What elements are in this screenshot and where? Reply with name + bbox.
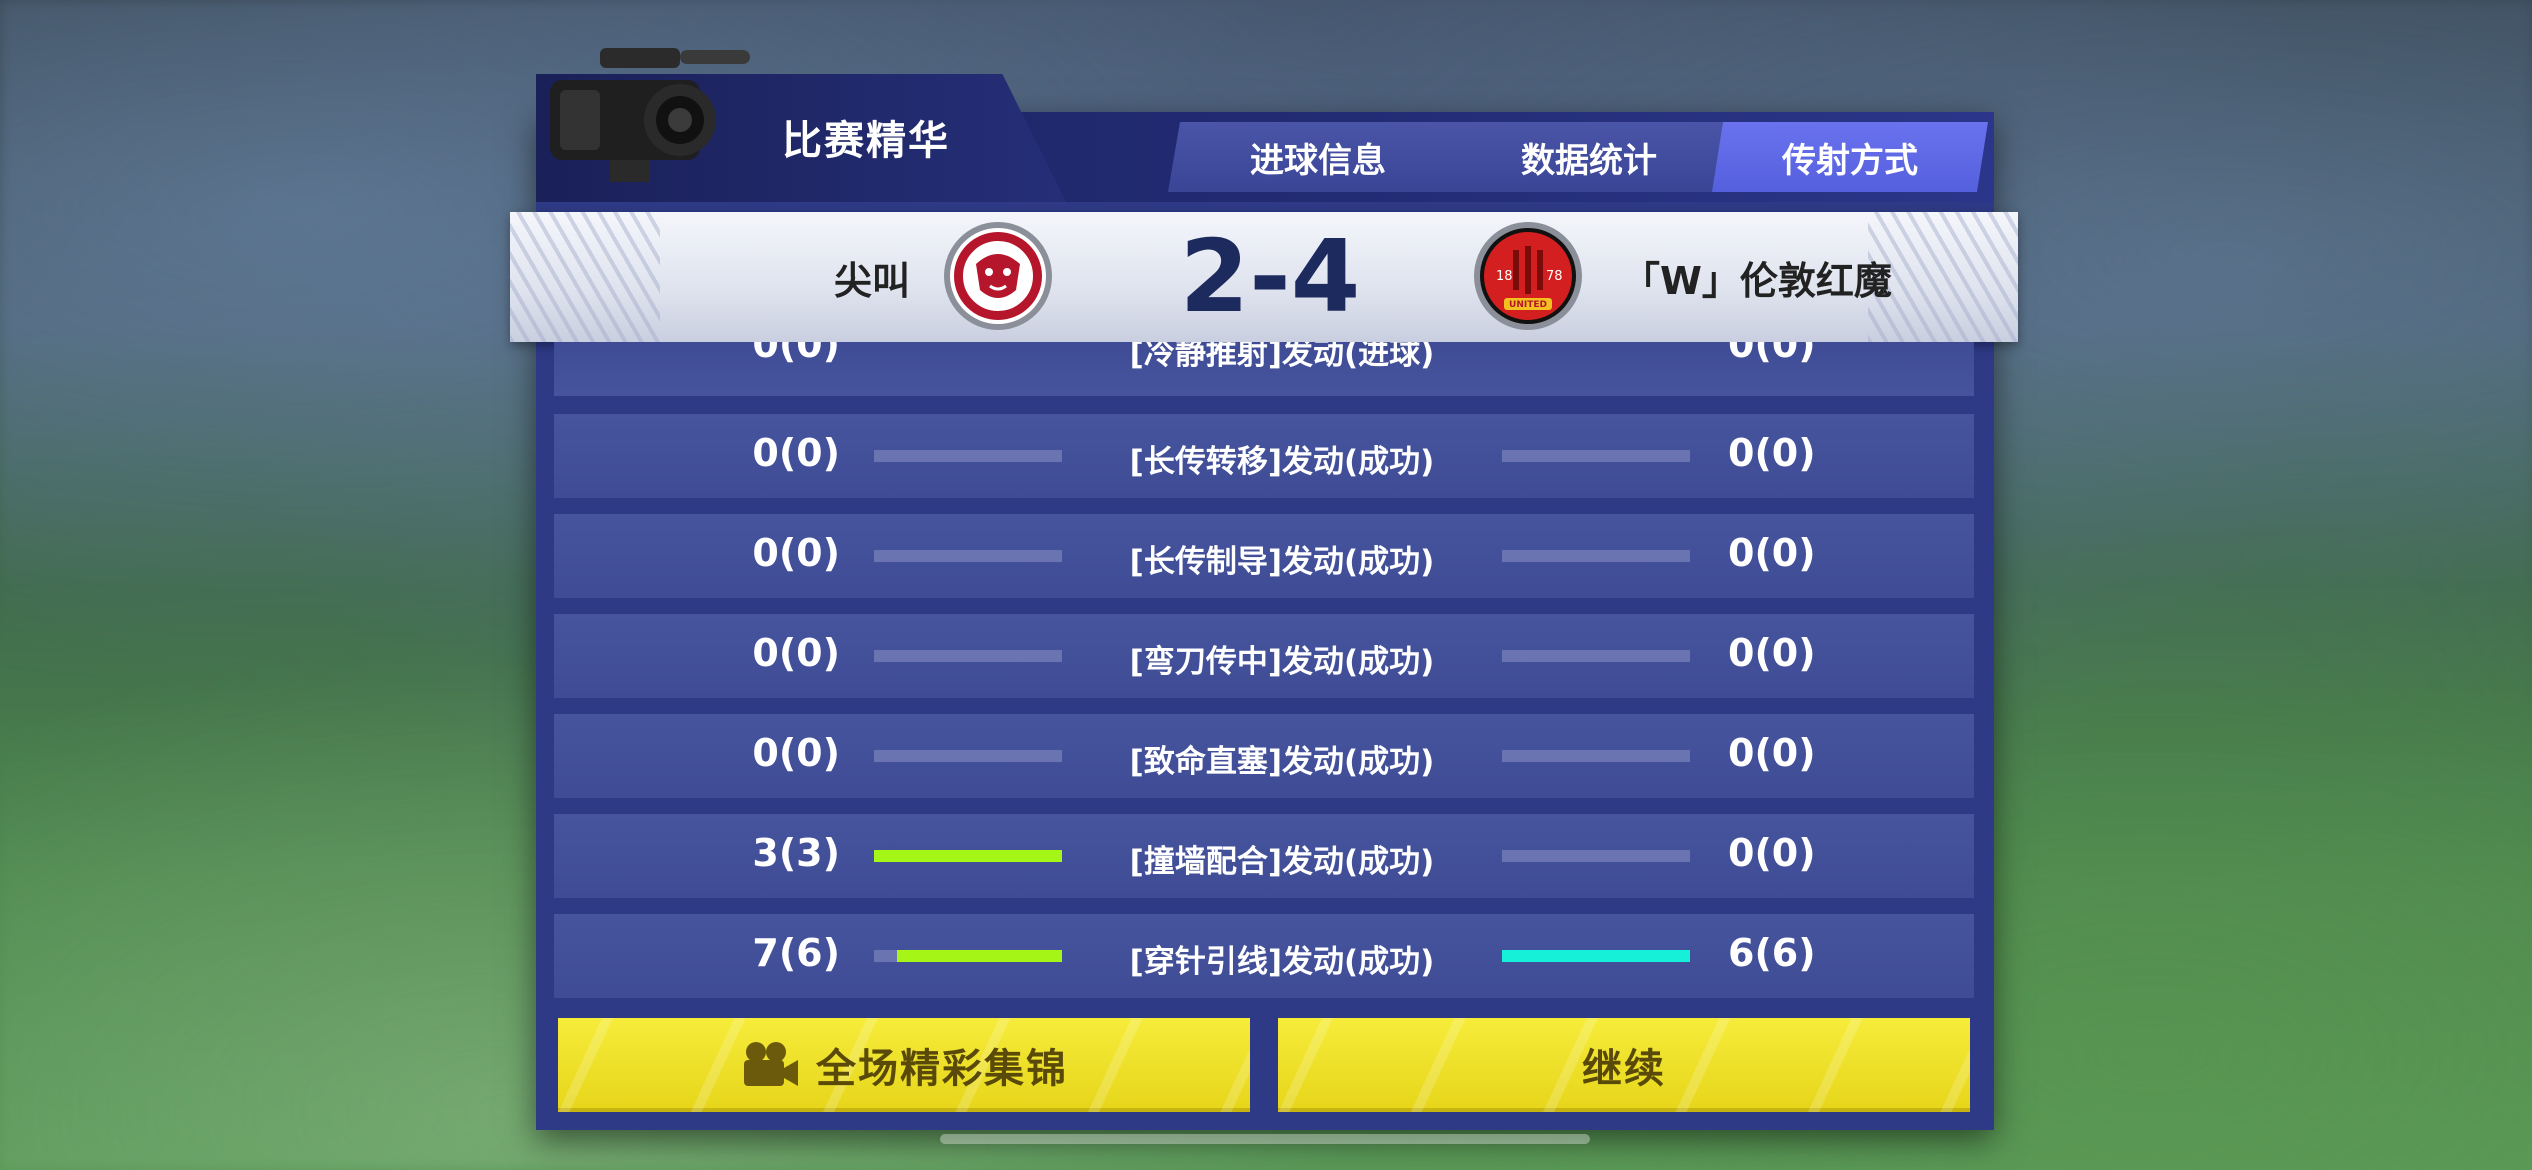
- page-title: 比赛精华: [782, 118, 950, 164]
- stat-left-value: 0(0): [752, 631, 840, 675]
- continue-button[interactable]: 继续: [1278, 1018, 1970, 1112]
- home-stat-bar: [874, 750, 1062, 762]
- home-stat-bar: [874, 450, 1062, 462]
- away-stat-bar: [1502, 650, 1690, 662]
- stat-right-value: 0(0): [1728, 831, 1816, 875]
- stat-right-value: 6(6): [1728, 931, 1816, 975]
- united-badge-icon: UNITED 18 78: [1474, 222, 1582, 330]
- away-stat-bar: [1502, 950, 1690, 962]
- score-bar-stripes-left: [510, 212, 660, 342]
- away-stat-bar: [1502, 450, 1690, 462]
- stat-label: [长传转移]发动(成功): [1129, 444, 1435, 480]
- highlights-button[interactable]: 全场精彩集锦: [558, 1018, 1250, 1112]
- stat-left-value: 0(0): [752, 531, 840, 575]
- united-badge-year-right: 78: [1546, 269, 1563, 284]
- home-stat-bar: [874, 550, 1062, 562]
- away-stat-bar: [1502, 850, 1690, 862]
- away-stat-bar: [1502, 550, 1690, 562]
- away-stat-bar: [1502, 750, 1690, 762]
- home-stat-bar: [874, 950, 1062, 962]
- away-team-name: 「W」伦敦红魔: [1622, 259, 1892, 303]
- tab-pass-shoot[interactable]: 传射方式: [1712, 122, 1988, 192]
- stat-right-value: 0(0): [1728, 342, 1816, 366]
- home-indicator[interactable]: [940, 1134, 1590, 1144]
- stat-row-partial: 0(0) [冷静推射]发动(进球) 0(0): [554, 342, 1974, 396]
- stat-label: [弯刀传中]发动(成功): [1129, 644, 1435, 680]
- stat-left-value: 0(0): [752, 342, 840, 366]
- stat-left-value: 3(3): [752, 831, 840, 875]
- stat-left-value: 0(0): [752, 731, 840, 775]
- home-stat-bar: [874, 850, 1062, 862]
- stat-right-value: 0(0): [1728, 631, 1816, 675]
- united-badge-text: UNITED: [1509, 300, 1547, 310]
- away-stat-bar-fill: [1502, 950, 1690, 962]
- continue-button-label: 继续: [1582, 1046, 1666, 1092]
- movie-camera-icon: [744, 1042, 798, 1086]
- video-camera-icon: [550, 48, 750, 182]
- stat-label: [致命直塞]发动(成功): [1129, 744, 1435, 780]
- stat-right-value: 0(0): [1728, 731, 1816, 775]
- tab-stats[interactable]: 数据统计: [1434, 122, 1744, 192]
- tiger-badge-icon: [944, 222, 1052, 330]
- stat-label: [冷静推射]发动(进球): [1129, 342, 1435, 372]
- tab-goal-info[interactable]: 进球信息: [1168, 122, 1468, 192]
- stat-label: [撞墙配合]发动(成功): [1129, 844, 1435, 880]
- stat-left-value: 7(6): [752, 931, 840, 975]
- home-stat-bar-fill: [874, 850, 1062, 862]
- united-badge-year-left: 18: [1496, 269, 1513, 284]
- stat-label: [长传制导]发动(成功): [1129, 544, 1435, 580]
- match-score: 2-4: [1179, 218, 1361, 335]
- home-stat-bar: [874, 650, 1062, 662]
- highlights-button-label: 全场精彩集锦: [816, 1046, 1068, 1092]
- stat-right-value: 0(0): [1728, 531, 1816, 575]
- home-team-name: 尖叫: [833, 259, 910, 303]
- stat-right-value: 0(0): [1728, 431, 1816, 475]
- stat-label: [穿针引线]发动(成功): [1129, 944, 1435, 980]
- stat-left-value: 0(0): [752, 431, 840, 475]
- home-stat-bar-fill: [896, 950, 1062, 962]
